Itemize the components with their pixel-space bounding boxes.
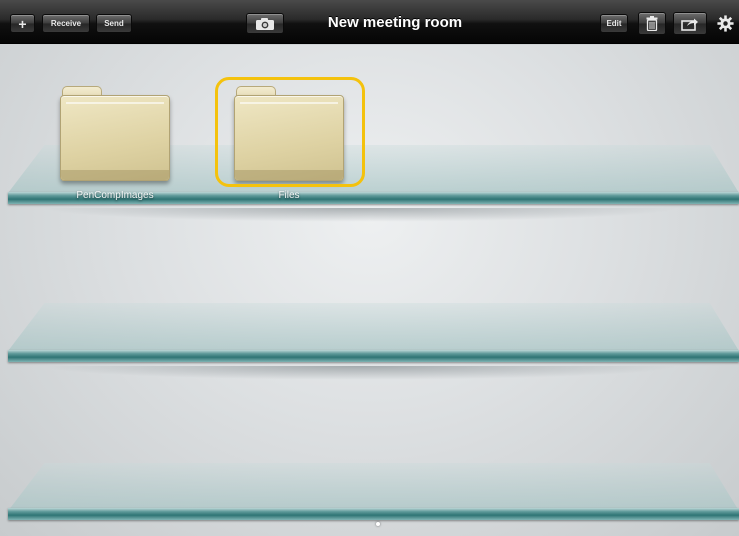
trash-button[interactable]	[638, 12, 666, 35]
selection-highlight	[215, 77, 365, 187]
folder-icon	[60, 95, 170, 181]
folder-label-pencompimages: PenCompImages	[76, 190, 154, 201]
shelf-1-shadow	[40, 208, 680, 222]
receive-button[interactable]: Receive	[42, 14, 90, 33]
camera-icon	[256, 17, 274, 30]
share-button[interactable]	[673, 12, 707, 35]
settings-button[interactable]	[714, 13, 736, 34]
plus-icon: +	[18, 15, 27, 32]
shelf-2-edge	[8, 350, 739, 362]
edit-button[interactable]: Edit	[600, 14, 628, 33]
send-button[interactable]: Send	[96, 14, 132, 33]
page-indicator-dot[interactable]	[376, 522, 380, 526]
page-title: New meeting room	[327, 14, 463, 31]
shelf-2-surface	[8, 303, 739, 351]
shelf-2-shadow	[40, 366, 680, 380]
top-toolbar: + Receive Send New meeting room Edit	[0, 0, 739, 44]
share-icon	[681, 18, 698, 31]
camera-button[interactable]	[246, 13, 284, 34]
shelf-3-surface	[8, 463, 739, 511]
gear-icon	[716, 15, 734, 32]
shelf-3-edge	[8, 508, 739, 520]
folder-pencompimages[interactable]	[60, 86, 170, 181]
folder-label-files: Files	[278, 190, 300, 201]
add-button[interactable]: +	[10, 14, 35, 33]
trash-icon	[646, 16, 658, 31]
